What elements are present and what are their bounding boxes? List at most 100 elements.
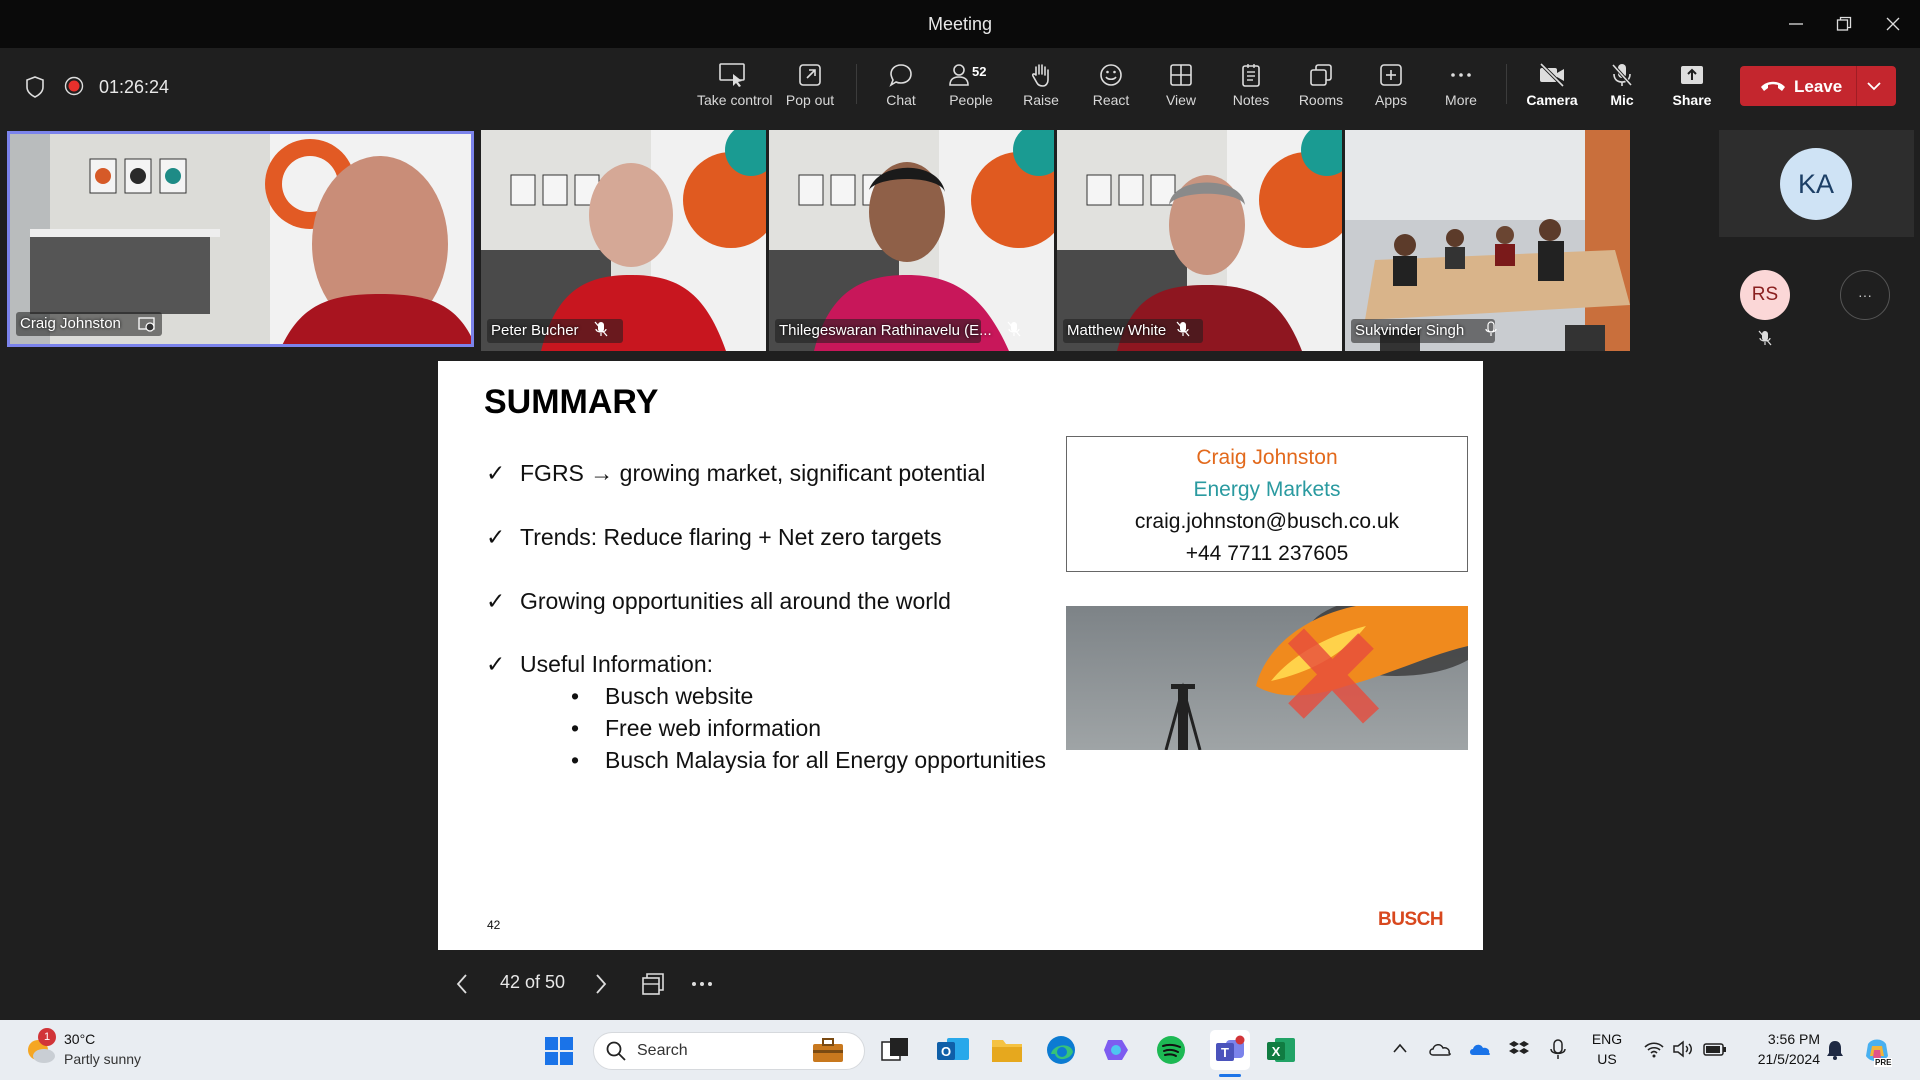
people-icon: 52 bbox=[949, 64, 986, 86]
windows-start-icon[interactable] bbox=[544, 1036, 574, 1066]
conference-room-image bbox=[1345, 130, 1630, 351]
task-view-icon[interactable] bbox=[880, 1036, 910, 1066]
grid-icon bbox=[1170, 64, 1192, 86]
mic-button[interactable]: Mic bbox=[1587, 56, 1657, 118]
participant-name: Craig Johnston bbox=[20, 315, 121, 332]
onedrive-cloud-icon[interactable] bbox=[1468, 1040, 1492, 1058]
weather-description[interactable]: Partly sunny bbox=[64, 1051, 141, 1067]
raise-hand-button[interactable]: Raise bbox=[1006, 56, 1076, 118]
more-button[interactable]: More bbox=[1426, 56, 1496, 118]
check-icon: ✓ bbox=[486, 651, 506, 677]
close-icon bbox=[1886, 17, 1900, 31]
slide-sorter-icon[interactable] bbox=[641, 972, 665, 996]
active-app-indicator bbox=[1219, 1074, 1241, 1077]
volume-icon[interactable] bbox=[1672, 1039, 1694, 1059]
leave-label: Leave bbox=[1794, 77, 1843, 96]
video-feed-image bbox=[769, 130, 1054, 351]
recording-icon bbox=[64, 76, 84, 96]
notes-button[interactable]: Notes bbox=[1216, 56, 1286, 118]
camera-button[interactable]: Camera bbox=[1517, 56, 1587, 118]
search-highlight-briefcase-icon[interactable] bbox=[811, 1036, 845, 1064]
phone-hangup-icon bbox=[1761, 81, 1785, 91]
raise-hand-icon bbox=[1031, 64, 1049, 87]
apps-button[interactable]: Apps bbox=[1356, 56, 1426, 118]
participant-tile-sukvinder-singh[interactable]: Sukvinder Singh bbox=[1345, 130, 1630, 351]
shield-icon bbox=[26, 76, 44, 98]
pop-out-button[interactable]: Pop out bbox=[775, 56, 845, 118]
toolbar-divider bbox=[856, 64, 857, 104]
bullet-dot: • bbox=[571, 747, 580, 773]
dropbox-icon[interactable] bbox=[1508, 1038, 1530, 1060]
file-explorer-icon[interactable] bbox=[990, 1034, 1024, 1066]
people-button[interactable]: 52 People bbox=[936, 56, 1006, 118]
language-region[interactable]: US bbox=[1587, 1051, 1627, 1067]
add-apps-icon bbox=[1380, 64, 1402, 86]
pop-out-icon bbox=[799, 64, 821, 86]
microphone-tray-icon[interactable] bbox=[1548, 1038, 1568, 1062]
copilot-preview-badge: PRE bbox=[1874, 1058, 1893, 1067]
clock-time[interactable]: 3:56 PM bbox=[1740, 1031, 1820, 1047]
battery-icon[interactable] bbox=[1702, 1040, 1728, 1058]
restore-button[interactable] bbox=[1821, 8, 1867, 40]
contact-box: Craig Johnston Energy Markets craig.john… bbox=[1066, 436, 1468, 572]
share-button[interactable]: Share bbox=[1657, 56, 1727, 118]
wifi-icon[interactable] bbox=[1643, 1040, 1665, 1058]
slide-sub-bullet: Free web information bbox=[605, 715, 822, 741]
video-feed-image bbox=[481, 130, 766, 351]
participant-tile-craig-johnston[interactable]: Craig Johnston bbox=[7, 131, 474, 347]
mic-muted-icon bbox=[594, 321, 608, 337]
slide-bullet: Trends: Reduce flaring + Net zero target… bbox=[520, 524, 942, 550]
search-icon bbox=[606, 1041, 626, 1061]
participant-tile-peter-bucher[interactable]: Peter Bucher bbox=[481, 130, 766, 351]
minimize-icon bbox=[1789, 23, 1803, 25]
weather-temperature[interactable]: 30°C bbox=[64, 1031, 95, 1047]
onedrive-icon[interactable] bbox=[1428, 1040, 1452, 1058]
contact-role: Energy Markets bbox=[1193, 478, 1341, 501]
close-button[interactable] bbox=[1870, 8, 1916, 40]
slide-counter: 42 of 50 bbox=[500, 972, 566, 992]
copilot-app-icon[interactable] bbox=[1100, 1034, 1132, 1066]
slide-bullet: Growing opportunities all around the wor… bbox=[520, 588, 951, 614]
mic-muted-icon bbox=[1758, 330, 1772, 346]
take-control-button[interactable]: Take control bbox=[697, 56, 772, 118]
participant-name: Matthew White bbox=[1067, 322, 1167, 339]
more-participants-button[interactable]: ··· bbox=[1840, 270, 1890, 320]
slide-sub-bullet: Busch website bbox=[605, 683, 754, 709]
slide-more-options-icon[interactable] bbox=[690, 978, 714, 990]
toolbar-divider bbox=[1506, 64, 1507, 104]
participant-name: Thilegeswaran Rathinavelu (E... bbox=[779, 322, 992, 339]
chevron-up-icon[interactable] bbox=[1392, 1042, 1408, 1054]
bullet-dot: • bbox=[571, 715, 580, 741]
chat-button[interactable]: Chat bbox=[866, 56, 936, 118]
language-indicator[interactable]: ENG bbox=[1587, 1031, 1627, 1047]
weather-badge: 1 bbox=[38, 1028, 56, 1046]
mic-muted-icon bbox=[1176, 321, 1190, 337]
outlook-icon[interactable]: O bbox=[935, 1034, 971, 1066]
next-slide-icon[interactable] bbox=[594, 973, 608, 995]
teams-icon[interactable]: T bbox=[1214, 1034, 1246, 1066]
view-button[interactable]: View bbox=[1146, 56, 1216, 118]
avatar-ka: KA bbox=[1780, 148, 1852, 220]
clock-date[interactable]: 21/5/2024 bbox=[1740, 1051, 1820, 1067]
chat-icon bbox=[889, 64, 912, 87]
minimize-button[interactable] bbox=[1773, 8, 1819, 40]
notification-bell-icon[interactable] bbox=[1824, 1038, 1846, 1062]
chevron-down-icon[interactable] bbox=[1866, 80, 1882, 92]
participant-tile-thilegeswaran[interactable]: Thilegeswaran Rathinavelu (E... bbox=[769, 130, 1054, 351]
gas-flare-image bbox=[1066, 606, 1468, 750]
slide-page-number: 42 bbox=[487, 918, 501, 932]
svg-text:O: O bbox=[941, 1044, 951, 1059]
spotify-icon[interactable] bbox=[1155, 1034, 1187, 1066]
edge-icon[interactable] bbox=[1045, 1034, 1077, 1066]
participant-name: Sukvinder Singh bbox=[1355, 322, 1465, 339]
excel-icon[interactable]: X bbox=[1265, 1034, 1297, 1066]
react-button[interactable]: React bbox=[1076, 56, 1146, 118]
rooms-button[interactable]: Rooms bbox=[1286, 56, 1356, 118]
camera-off-icon bbox=[1539, 62, 1565, 88]
contact-name: Craig Johnston bbox=[1196, 446, 1338, 469]
mic-unmuted-icon bbox=[1485, 321, 1497, 336]
participant-tile-matthew-white[interactable]: Matthew White bbox=[1057, 130, 1342, 351]
previous-slide-icon[interactable] bbox=[455, 973, 469, 995]
avatar-rs[interactable]: RS bbox=[1740, 270, 1790, 320]
ellipsis-icon bbox=[1451, 73, 1471, 77]
